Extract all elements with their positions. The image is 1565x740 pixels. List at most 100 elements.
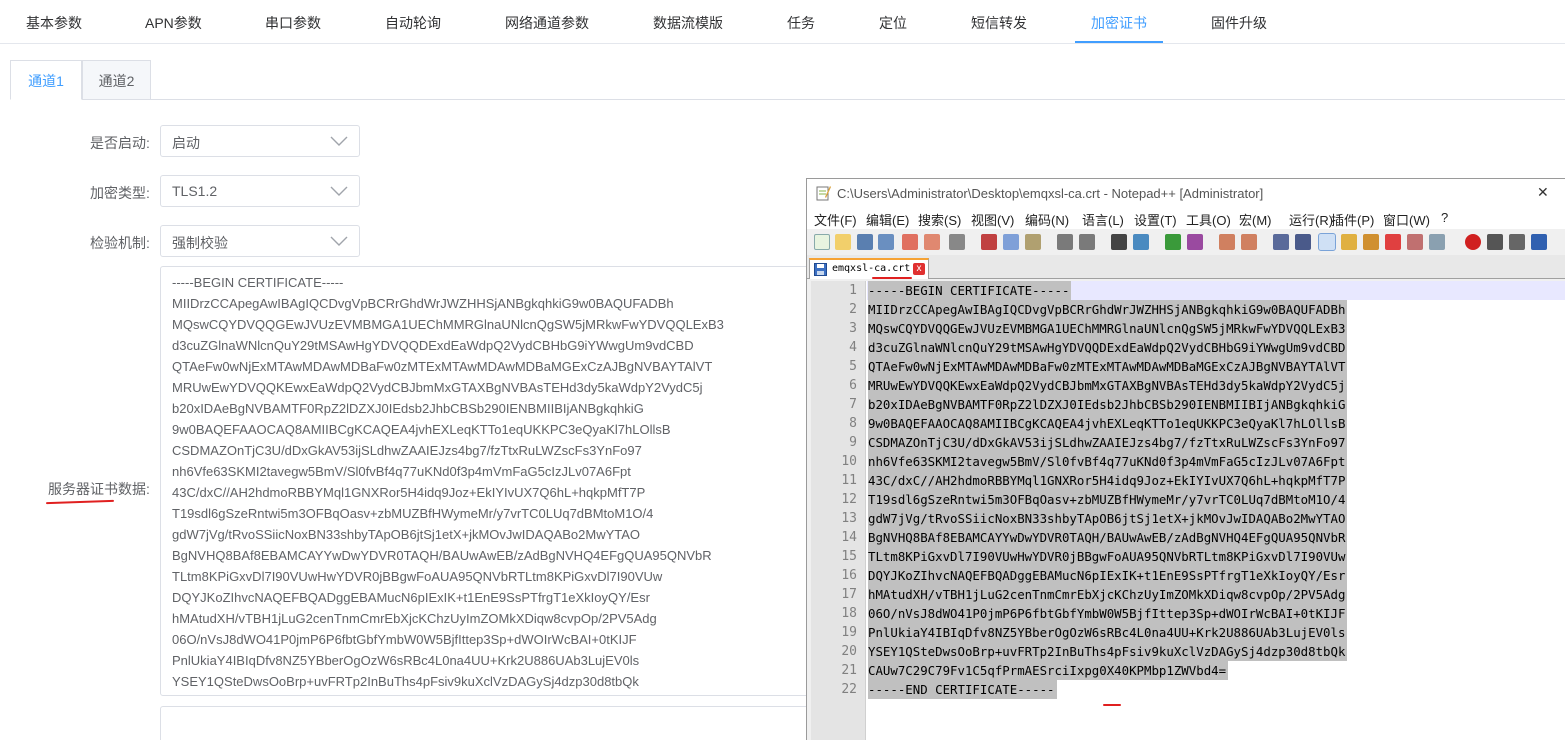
tab-auto-polling[interactable]: 自动轮询: [385, 13, 441, 33]
copy-icon[interactable]: [1003, 234, 1019, 250]
menu-window[interactable]: 窗口(W): [1383, 210, 1430, 229]
line-number-gutter: 1 2 3 4 5 6 7 8 9 10 11 12 13 14 15 16 1…: [811, 281, 866, 740]
cert-text-line: hMAtudXH/vTBH1jLuG2cenTnmCmrEbXjcKChzUyI…: [172, 611, 657, 626]
word-wrap-icon[interactable]: [1273, 234, 1289, 250]
line-number: 21: [841, 663, 857, 678]
code-line: -----BEGIN CERTIFICATE-----: [868, 281, 1072, 300]
play-macro-icon[interactable]: [1509, 234, 1525, 250]
close-icon[interactable]: ✕: [1537, 184, 1549, 201]
second-textarea[interactable]: [160, 706, 820, 740]
function-list-icon[interactable]: [1385, 234, 1401, 250]
show-all-chars-icon[interactable]: [1295, 234, 1311, 250]
saved-file-icon: [814, 263, 827, 276]
tab-basic-params[interactable]: 基本参数: [26, 13, 82, 33]
close-file-icon[interactable]: [902, 234, 918, 250]
zoom-in-icon[interactable]: [1165, 234, 1181, 250]
udl-icon[interactable]: [1341, 234, 1357, 250]
folder-workspace-icon[interactable]: [1407, 234, 1423, 250]
enable-select[interactable]: 启动: [160, 125, 360, 157]
notepad-app-icon: [816, 186, 831, 201]
npp-title: C:\Users\Administrator\Desktop\emqxsl-ca…: [837, 186, 1264, 201]
cert-text-line: PnlUkiaY4IBIqDfv8NZ5YBberOgOzW6sRBc4L0na…: [172, 653, 640, 668]
record-macro-icon[interactable]: [1465, 234, 1481, 250]
menu-encoding[interactable]: 编码(N): [1025, 210, 1069, 229]
paste-icon[interactable]: [1025, 234, 1041, 250]
line-number: 15: [841, 549, 857, 564]
code-line: T19sdl6gSzeRntwi5m3OFBqOasv+zbMUZBfHWyme…: [868, 490, 1348, 509]
npp-title-bar: C:\Users\Administrator\Desktop\emqxsl-ca…: [807, 179, 1565, 207]
code-line: gdW7jVg/tRvoSSiicNoxBN33shbyTApOB6jtSj1e…: [868, 509, 1348, 528]
menu-macro[interactable]: 宏(M): [1239, 210, 1272, 229]
npp-menu-bar: 文件(F) 编辑(E) 搜索(S) 视图(V) 编码(N) 语言(L) 设置(T…: [807, 207, 1565, 229]
menu-run[interactable]: 运行(R): [1289, 210, 1333, 229]
save-icon[interactable]: [857, 234, 873, 250]
line-number: 4: [849, 340, 857, 355]
line-number: 22: [841, 682, 857, 697]
code-line: hMAtudXH/vTBH1jLuG2cenTnmCmrEbXjcKChzUyI…: [868, 585, 1348, 604]
tab-channel-1[interactable]: 通道1: [10, 60, 82, 100]
menu-plugins[interactable]: 插件(P): [1331, 210, 1374, 229]
encrypt-type-select[interactable]: TLS1.2: [160, 175, 360, 207]
new-file-icon[interactable]: [814, 234, 830, 250]
redo-icon[interactable]: [1079, 234, 1095, 250]
menu-help[interactable]: ?: [1441, 210, 1448, 225]
code-line: QTAeFw0wNjExMTAwMDAwMDBaFw0zMTExMTAwMDAw…: [868, 357, 1348, 376]
zoom-out-icon[interactable]: [1187, 234, 1203, 250]
tab-apn-params[interactable]: APN参数: [145, 13, 202, 33]
save-all-icon[interactable]: [878, 234, 894, 250]
line-number: 5: [849, 359, 857, 374]
sync-h-icon[interactable]: [1241, 234, 1257, 250]
stop-macro-icon[interactable]: [1487, 234, 1503, 250]
annotation-underline: [1103, 704, 1121, 706]
replace-icon[interactable]: [1133, 234, 1149, 250]
code-line: MQswCQYDVQQGEwJVUzEVMBMGA1UEChMMRGlnaUNl…: [868, 319, 1348, 338]
indent-guide-icon[interactable]: [1318, 233, 1336, 251]
line-number: 17: [841, 587, 857, 602]
tab-firmware-upgrade[interactable]: 固件升级: [1211, 13, 1267, 33]
tab-serial-params[interactable]: 串口参数: [265, 13, 321, 33]
tab-location[interactable]: 定位: [879, 13, 907, 33]
menu-view[interactable]: 视图(V): [971, 210, 1014, 229]
enable-label: 是否启动:: [90, 135, 150, 151]
code-line: 06O/nVsJ8dWO41P0jmP6P6fbtGbfYmbW0W5BjfIt…: [868, 604, 1348, 623]
tab-channel-2[interactable]: 通道2: [82, 60, 151, 100]
enable-select-value: 启动: [172, 135, 200, 151]
cut-icon[interactable]: [981, 234, 997, 250]
chevron-down-icon: [330, 186, 348, 196]
menu-tools[interactable]: 工具(O): [1186, 210, 1231, 229]
code-line: DQYJKoZIhvcNAQEFBQADggEBAMucN6pIExIK+t1E…: [868, 566, 1348, 585]
cert-text-line: 9w0BAQEFAAOCAQ8AMIIBCgKCAQEA4jvhEXLeqKTT…: [172, 422, 671, 437]
verify-mode-value: 强制校验: [172, 235, 228, 251]
menu-settings[interactable]: 设置(T): [1134, 210, 1177, 229]
doc-tab-emqxsl-ca[interactable]: emqxsl-ca.crt x: [809, 258, 929, 279]
undo-icon[interactable]: [1057, 234, 1073, 250]
server-cert-label: 服务器证书数据:: [48, 481, 150, 497]
tab-sms-forward[interactable]: 短信转发: [971, 13, 1027, 33]
menu-edit[interactable]: 编辑(E): [866, 210, 909, 229]
line-number: 1: [849, 283, 857, 298]
code-line: TLtm8KPiGxvDl7I90VUwHwYDVR0jBBgwFoAUA95Q…: [868, 547, 1348, 566]
tab-tasks[interactable]: 任务: [787, 13, 815, 33]
doc-map-icon[interactable]: [1363, 234, 1379, 250]
tab-network-channel-params[interactable]: 网络通道参数: [505, 13, 589, 33]
cert-text-line: QTAeFw0wNjExMTAwMDAwMDBaFw0zMTExMTAwMDAw…: [172, 359, 713, 374]
monitor-icon[interactable]: [1429, 234, 1445, 250]
server-cert-textarea[interactable]: -----BEGIN CERTIFICATE----- MIIDrzCCApeg…: [160, 266, 820, 696]
run-macro-multiple-icon[interactable]: [1531, 234, 1547, 250]
close-all-icon[interactable]: [924, 234, 940, 250]
sync-v-icon[interactable]: [1219, 234, 1235, 250]
tab-encryption-cert[interactable]: 加密证书: [1091, 13, 1147, 33]
open-file-icon[interactable]: [835, 234, 851, 250]
line-number: 20: [841, 644, 857, 659]
verify-mode-select[interactable]: 强制校验: [160, 225, 360, 257]
cert-text-line: BgNVHQ8BAf8EBAMCAYYwDwYDVR0TAQH/BAUwAwEB…: [172, 548, 712, 563]
print-icon[interactable]: [949, 234, 965, 250]
npp-editor[interactable]: 1 2 3 4 5 6 7 8 9 10 11 12 13 14 15 16 1…: [811, 281, 1565, 740]
menu-language[interactable]: 语言(L): [1082, 210, 1124, 229]
tab-data-stream-template[interactable]: 数据流模版: [653, 13, 723, 33]
menu-file[interactable]: 文件(F): [814, 210, 857, 229]
cert-text-line: -----BEGIN CERTIFICATE-----: [172, 275, 344, 290]
menu-search[interactable]: 搜索(S): [918, 210, 961, 229]
close-icon[interactable]: x: [913, 263, 925, 275]
find-icon[interactable]: [1111, 234, 1127, 250]
